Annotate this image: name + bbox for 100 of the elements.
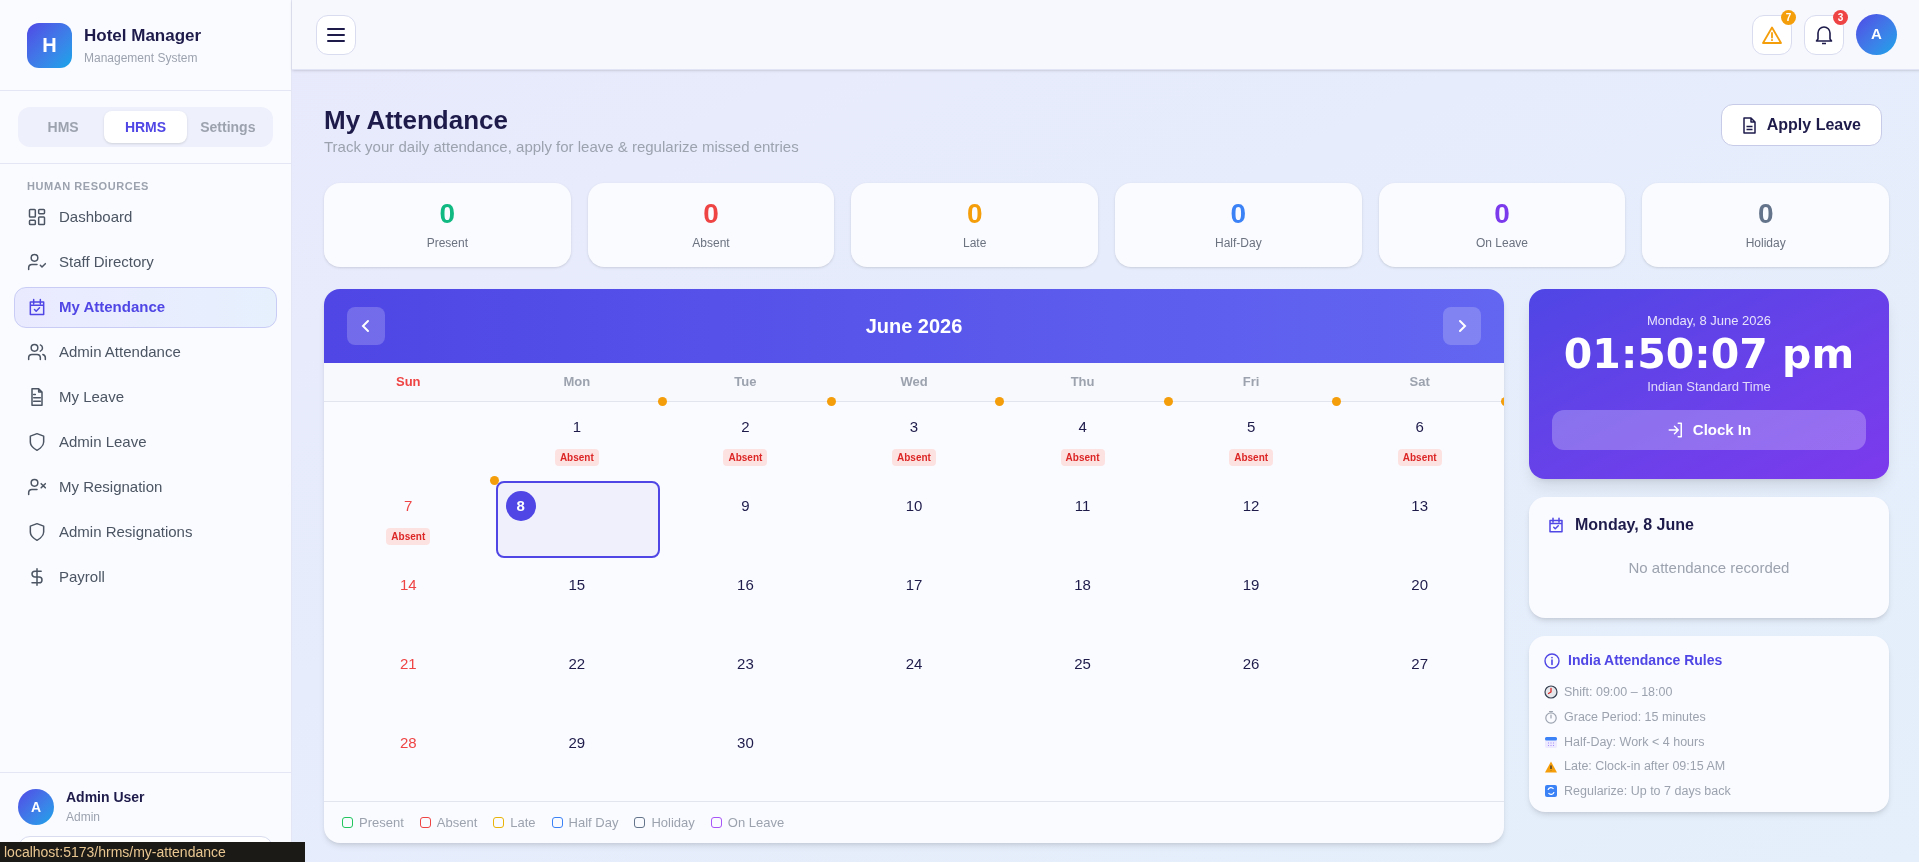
- status-badge: Absent: [1397, 449, 1442, 466]
- weekday-label: Sun: [396, 373, 421, 392]
- chevron-right-icon: [1457, 319, 1467, 333]
- stat-value: 0: [966, 198, 983, 230]
- chevron-left-icon: [361, 319, 371, 333]
- day-number[interactable]: 29: [565, 732, 589, 754]
- user-check-icon: [27, 252, 47, 272]
- users-icon: [27, 342, 47, 362]
- stat-label: Holiday: [1745, 235, 1786, 252]
- user-remove-icon: [27, 477, 47, 497]
- legend-label: Absent: [436, 813, 478, 832]
- day-number[interactable]: 12: [1239, 495, 1263, 517]
- shield-icon: [27, 432, 47, 452]
- user-avatar[interactable]: A: [18, 788, 54, 825]
- day-number[interactable]: 18: [1071, 574, 1094, 596]
- day-number[interactable]: 5: [1243, 416, 1259, 438]
- day-number[interactable]: 25: [1071, 653, 1094, 675]
- day-number[interactable]: 24: [902, 653, 926, 675]
- day-number[interactable]: 21: [396, 653, 420, 675]
- stopwatch-icon: [1544, 710, 1558, 725]
- status-badge: Absent: [1060, 449, 1105, 466]
- day-number[interactable]: 13: [1408, 495, 1432, 517]
- sign-in-icon: [1666, 421, 1685, 439]
- day-number[interactable]: 9: [738, 495, 753, 517]
- weekday-label: Fri: [1242, 373, 1260, 392]
- legend-label: Holiday: [651, 813, 695, 832]
- sidebar-item[interactable]: Staff Directory: [14, 241, 277, 283]
- legend-label: Half Day: [568, 813, 619, 832]
- empty-message: No attendance recorded: [1627, 558, 1791, 578]
- status-badge: Absent: [892, 449, 936, 466]
- day-number[interactable]: 16: [734, 574, 757, 596]
- section-heading: HUMAN RESOURCES: [26, 179, 150, 194]
- status-badge: Absent: [554, 449, 599, 466]
- day-number[interactable]: 20: [1408, 574, 1432, 596]
- stat-value: 0: [1494, 198, 1510, 230]
- rule-text: Half-Day: Work < 4 hours: [1564, 733, 1705, 751]
- bell-icon: [1815, 24, 1833, 45]
- stat-label: Present: [426, 235, 468, 252]
- warning-icon: [1544, 759, 1558, 774]
- menu-button[interactable]: [316, 14, 356, 55]
- sidebar-item[interactable]: Admin Resignations: [14, 511, 277, 553]
- rule-text: Grace Period: 15 minutes: [1564, 708, 1706, 726]
- day-number[interactable]: 19: [1239, 574, 1263, 596]
- day-number[interactable]: 7: [401, 495, 416, 517]
- stat-label: Late: [963, 235, 987, 252]
- stat-value: 0: [1230, 198, 1247, 230]
- day-number[interactable]: 6: [1412, 416, 1427, 438]
- sidebar-item[interactable]: My Resignation: [14, 466, 277, 508]
- day-number[interactable]: 4: [1075, 416, 1090, 438]
- notification-count: 3: [1833, 9, 1848, 25]
- weekday-label: Tue: [734, 373, 757, 392]
- stat-label: Absent: [692, 235, 730, 252]
- sidebar-item[interactable]: Admin Leave: [14, 421, 277, 463]
- app-subtitle: Management System: [84, 49, 199, 67]
- user-role: Admin: [66, 809, 101, 826]
- refresh-icon: [1544, 784, 1558, 799]
- sidebar-item[interactable]: Admin Attendance: [14, 331, 277, 373]
- selected-day-title: Monday, 8 June: [1575, 515, 1694, 535]
- sidebar-item[interactable]: Dashboard: [14, 196, 277, 238]
- status-badge: Absent: [723, 449, 768, 466]
- app-logo: H: [27, 22, 72, 68]
- document-icon: [1741, 116, 1757, 134]
- current-time: 01:50:07 pm: [1563, 330, 1855, 377]
- day-cell[interactable]: 8: [495, 481, 660, 558]
- clock-in-button[interactable]: Clock In: [1552, 410, 1866, 450]
- day-number[interactable]: 26: [1239, 653, 1263, 675]
- status-badge: Absent: [386, 528, 431, 545]
- stat-label: Half-Day: [1215, 235, 1262, 252]
- day-number[interactable]: 27: [1408, 653, 1432, 675]
- sidebar-item[interactable]: My Leave: [14, 376, 277, 418]
- day-number[interactable]: 10: [902, 495, 926, 517]
- shield-icon: [27, 522, 47, 542]
- calendar-icon: [1544, 734, 1558, 749]
- profile-avatar[interactable]: A: [1856, 14, 1897, 55]
- stat-value: 0: [1757, 198, 1774, 230]
- day-number[interactable]: 11: [1071, 495, 1094, 517]
- weekday-label: Thu: [1070, 373, 1095, 392]
- day-number[interactable]: 14: [396, 574, 420, 596]
- rule-text: Shift: 09:00 – 18:00: [1564, 684, 1673, 701]
- module-tab[interactable]: HRMS: [104, 111, 187, 143]
- day-number[interactable]: 30: [734, 732, 757, 754]
- day-number[interactable]: 2: [738, 416, 753, 438]
- day-number[interactable]: 23: [734, 653, 757, 675]
- apply-leave-button[interactable]: Apply Leave: [1720, 104, 1882, 146]
- page-subtitle: Track your daily attendance, apply for leave & regularize missed entries: [324, 137, 799, 157]
- sidebar-item[interactable]: Payroll: [14, 556, 277, 598]
- sidebar-item[interactable]: My Attendance: [14, 286, 277, 328]
- day-number[interactable]: 17: [902, 574, 926, 596]
- legend-label: Late: [510, 813, 536, 832]
- rules-title: India Attendance Rules: [1568, 651, 1723, 670]
- previous-month-button[interactable]: [347, 307, 385, 345]
- calendar-check-icon: [27, 297, 47, 317]
- day-number[interactable]: 15: [565, 574, 589, 596]
- day-number[interactable]: 1: [569, 416, 584, 438]
- time-zone: Indian Standard Time: [1647, 377, 1771, 396]
- day-number[interactable]: 22: [565, 653, 589, 675]
- day-number[interactable]: 28: [396, 732, 420, 754]
- weekday-label: Sat: [1409, 373, 1430, 392]
- next-month-button[interactable]: [1443, 307, 1481, 345]
- day-number[interactable]: 3: [906, 416, 922, 438]
